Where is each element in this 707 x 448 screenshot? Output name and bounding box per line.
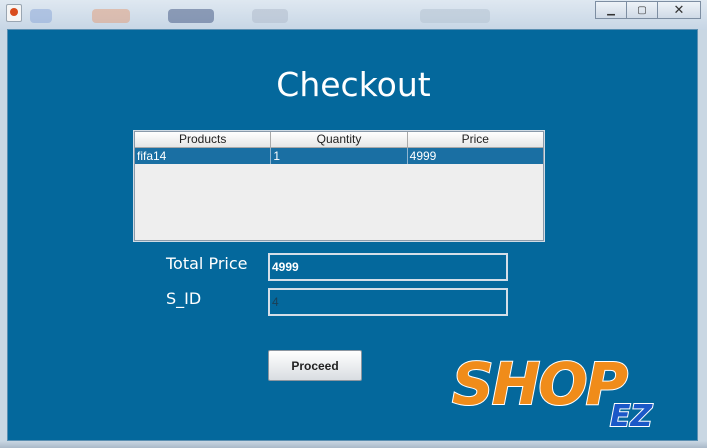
- window-bottom-edge: [0, 441, 707, 448]
- java-app-icon: [6, 4, 22, 22]
- total-price-label: Total Price: [166, 254, 248, 273]
- sid-field[interactable]: 4: [268, 288, 508, 316]
- title-bar: ▁ ▢ ✕: [0, 0, 707, 30]
- logo-text-shop: SHOP: [452, 350, 628, 418]
- minimize-icon: ▁: [607, 4, 615, 16]
- cart-table[interactable]: Products Quantity Price fifa14 1 4999: [133, 130, 545, 242]
- column-header-price[interactable]: Price: [408, 132, 543, 147]
- cell-product: fifa14: [135, 148, 272, 164]
- column-header-products[interactable]: Products: [135, 132, 272, 147]
- page-title: Checkout: [276, 65, 431, 104]
- table-header: Products Quantity Price: [135, 132, 543, 148]
- shopez-logo: SHOP EZ: [451, 349, 654, 435]
- cell-price: 4999: [409, 149, 437, 163]
- sid-label: S_ID: [166, 289, 202, 308]
- cell-quantity: 1: [271, 148, 408, 164]
- window-controls: ▁ ▢ ✕: [595, 1, 701, 19]
- total-price-field[interactable]: 4999: [268, 253, 508, 281]
- minimize-button[interactable]: ▁: [595, 1, 627, 19]
- table-row[interactable]: fifa14 1 4999: [135, 148, 543, 164]
- logo-text-ez: EZ: [610, 399, 653, 434]
- column-header-quantity[interactable]: Quantity: [271, 132, 408, 147]
- proceed-button[interactable]: Proceed: [268, 350, 362, 381]
- maximize-button[interactable]: ▢: [626, 1, 658, 19]
- close-button[interactable]: ✕: [657, 1, 701, 19]
- close-icon: ✕: [673, 2, 685, 18]
- maximize-icon: ▢: [637, 4, 647, 16]
